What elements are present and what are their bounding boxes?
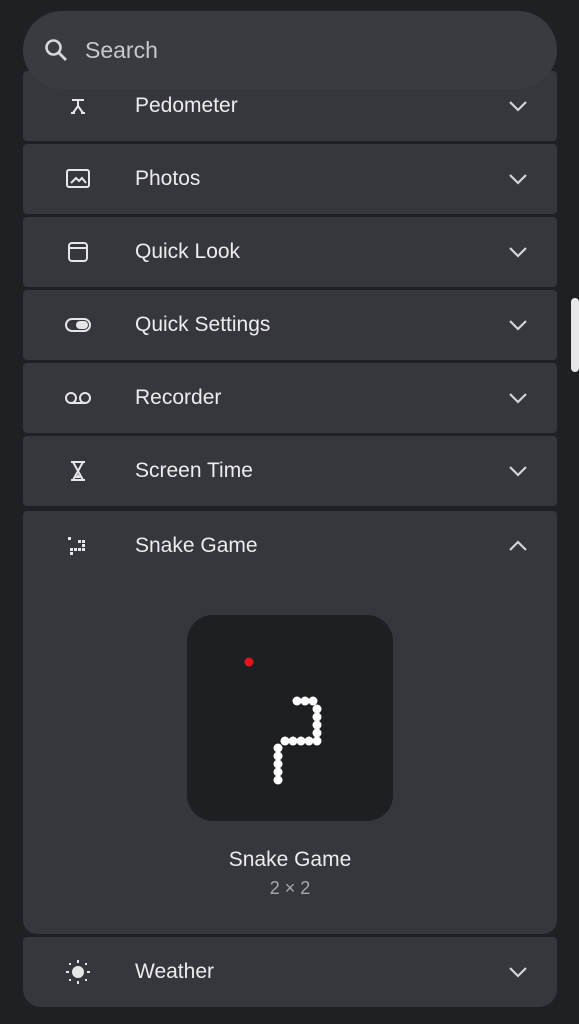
chevron-down-icon[interactable]	[505, 166, 531, 192]
chevron-down-icon[interactable]	[505, 385, 531, 411]
search-placeholder[interactable]: Search	[85, 37, 158, 64]
scrollbar-thumb[interactable]	[571, 298, 579, 372]
row-label: Weather	[135, 960, 214, 983]
chevron-down-icon[interactable]	[505, 458, 531, 484]
chevron-down-icon[interactable]	[505, 312, 531, 338]
row-label: Quick Look	[135, 240, 241, 263]
recorder-icon	[63, 383, 93, 413]
row-label: Photos	[135, 167, 201, 190]
row-quick-look[interactable]: Quick Look	[23, 217, 557, 287]
widget-size: 2 × 2	[269, 878, 311, 898]
quick-settings-icon	[63, 310, 93, 340]
widget-name: Snake Game	[228, 848, 352, 871]
row-label: Quick Settings	[135, 313, 271, 336]
row-photos[interactable]: Photos	[23, 144, 557, 214]
widget-list[interactable]: Pedometer Photos Quick Look Quick Settin…	[23, 0, 557, 1024]
row-snake-game-expanded: Snake Game Snake Game 2 × 2	[23, 511, 557, 934]
snake-body	[273, 696, 322, 785]
photos-icon	[63, 164, 93, 194]
search-bar[interactable]: Search	[23, 11, 557, 89]
chevron-down-icon[interactable]	[505, 93, 531, 119]
row-recorder[interactable]: Recorder	[23, 363, 557, 433]
snake-game-icon	[63, 531, 93, 561]
snake-food	[244, 657, 254, 667]
row-weather[interactable]: Weather	[23, 937, 557, 1007]
search-icon	[43, 37, 69, 63]
chevron-up-icon[interactable]	[505, 533, 531, 559]
row-label: Recorder	[135, 386, 222, 409]
quick-look-icon	[63, 237, 93, 267]
scrollbar-track[interactable]	[571, 60, 579, 1024]
row-label: Snake Game	[135, 534, 258, 557]
pedometer-icon	[63, 91, 93, 121]
row-screen-time[interactable]: Screen Time	[23, 436, 557, 506]
snake-game-board	[244, 657, 322, 785]
snake-game-widget-preview[interactable]	[187, 615, 393, 821]
chevron-down-icon[interactable]	[505, 959, 531, 985]
row-quick-settings[interactable]: Quick Settings	[23, 290, 557, 360]
row-label: Screen Time	[135, 459, 253, 482]
row-snake-game[interactable]: Snake Game	[23, 511, 557, 581]
chevron-down-icon[interactable]	[505, 239, 531, 265]
weather-icon	[63, 957, 93, 987]
row-label: Pedometer	[135, 94, 238, 117]
hourglass-icon	[63, 456, 93, 486]
